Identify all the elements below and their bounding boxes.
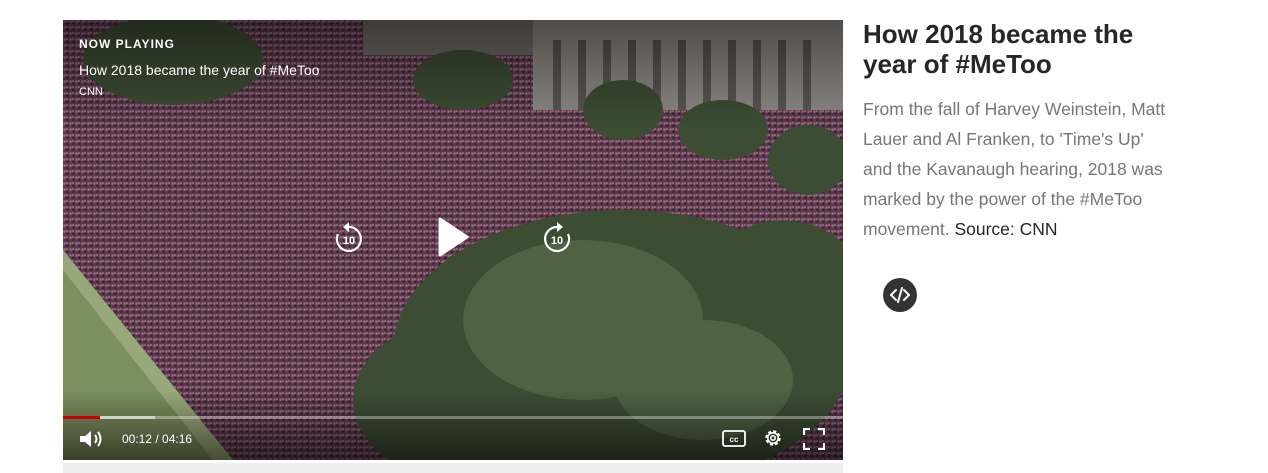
- description-text: From the fall of Harvey Weinstein, Matt …: [863, 99, 1166, 239]
- video-source: CNN: [79, 86, 103, 98]
- article-headline: How 2018 became the year of #MeToo: [863, 19, 1134, 79]
- video-player[interactable]: NOW PLAYING How 2018 became the year of …: [63, 20, 843, 460]
- replay-10-label: 10: [343, 235, 355, 247]
- video-title: How 2018 became the year of #MeToo: [79, 62, 320, 78]
- svg-text:cc: cc: [730, 435, 739, 444]
- source-label: Source: CNN: [954, 219, 1058, 239]
- controls-overlay: [63, 390, 843, 460]
- play-button[interactable]: [436, 216, 470, 258]
- embed-code-button[interactable]: [883, 278, 917, 312]
- progress-bar[interactable]: [63, 416, 843, 419]
- closed-captions-button[interactable]: cc: [722, 430, 746, 447]
- now-playing-label: NOW PLAYING: [79, 37, 175, 51]
- forward-10-label: 10: [551, 235, 563, 247]
- fullscreen-button[interactable]: [802, 427, 826, 451]
- time-display: 00:12 / 04:16: [122, 432, 193, 446]
- forward-10-button[interactable]: 10: [541, 221, 573, 255]
- play-icon: [438, 217, 469, 257]
- replay-10-icon: 10: [335, 222, 362, 253]
- code-embed-icon: [890, 287, 910, 303]
- fullscreen-icon: [802, 427, 826, 451]
- closed-captions-icon: cc: [722, 430, 746, 447]
- replay-10-button[interactable]: 10: [333, 221, 365, 255]
- volume-icon: [80, 431, 102, 447]
- settings-gear-icon: [765, 430, 781, 446]
- settings-button[interactable]: [762, 427, 784, 449]
- volume-button[interactable]: [78, 428, 106, 450]
- played-progress: [63, 416, 100, 419]
- article-description: From the fall of Harvey Weinstein, Matt …: [863, 94, 1168, 244]
- below-player-strip: [63, 463, 843, 473]
- forward-10-icon: 10: [544, 222, 571, 253]
